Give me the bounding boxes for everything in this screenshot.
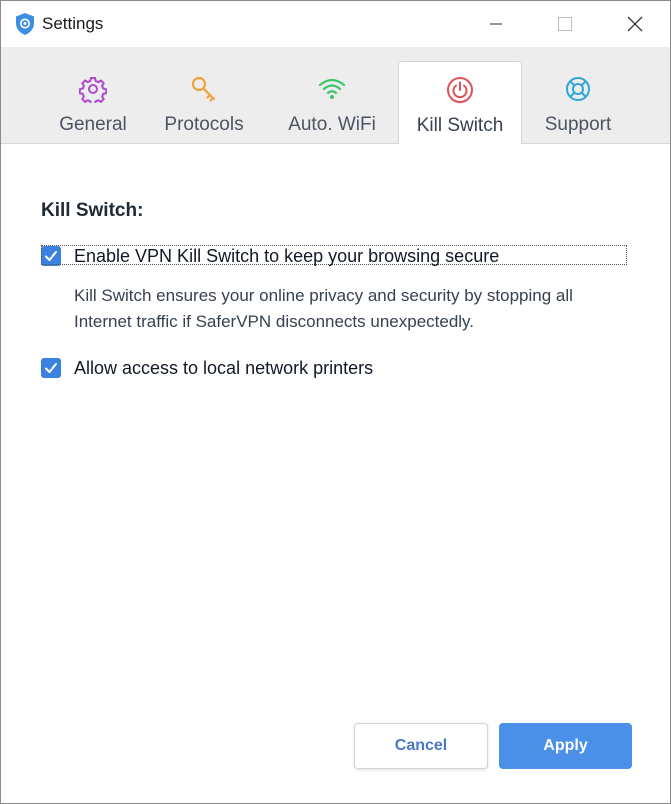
apply-button[interactable]: Apply — [499, 723, 632, 769]
minimize-button[interactable] — [473, 1, 519, 47]
title-bar: Settings — [1, 1, 670, 47]
local-printers-label[interactable]: Allow access to local network printers — [74, 358, 373, 379]
kill-switch-description: Kill Switch ensures your online privacy … — [74, 286, 573, 331]
checkmark-icon — [45, 251, 57, 261]
tab-kill-switch[interactable]: Kill Switch — [398, 61, 522, 144]
maximize-button[interactable] — [542, 1, 588, 47]
local-printers-checkbox[interactable] — [41, 358, 61, 378]
close-button[interactable] — [612, 1, 658, 47]
checkmark-icon — [45, 363, 57, 373]
gear-icon — [79, 77, 107, 103]
shield-icon — [14, 12, 36, 36]
tab-strip: General Protocols Auto. WiFi Kill Switch… — [1, 47, 670, 144]
key-icon — [191, 76, 216, 102]
window-title: Settings — [42, 14, 104, 33]
tab-label: Support — [544, 114, 612, 135]
tab-support[interactable]: Support — [527, 61, 629, 143]
tab-label: Auto. WiFi — [288, 114, 376, 135]
tab-auto-wifi[interactable]: Auto. WiFi — [275, 61, 389, 143]
cancel-button[interactable]: Cancel — [354, 723, 488, 769]
tab-label: Protocols — [164, 114, 244, 135]
lifebuoy-icon — [566, 77, 590, 101]
close-icon — [627, 16, 643, 32]
wifi-icon — [318, 78, 346, 99]
minimize-icon — [490, 23, 502, 25]
settings-window: Settings General Protocols Auto. WiFi Ki… — [0, 0, 671, 804]
kill-switch-checkbox[interactable] — [41, 246, 61, 266]
tab-general[interactable]: General — [47, 61, 139, 143]
tab-protocols[interactable]: Protocols — [151, 61, 257, 143]
power-icon — [447, 77, 473, 103]
maximize-icon — [558, 17, 572, 31]
tab-label: Kill Switch — [416, 115, 504, 136]
kill-switch-label[interactable]: Enable VPN Kill Switch to keep your brow… — [74, 246, 499, 267]
tab-label: General — [59, 114, 127, 135]
section-title: Kill Switch: — [41, 200, 144, 221]
